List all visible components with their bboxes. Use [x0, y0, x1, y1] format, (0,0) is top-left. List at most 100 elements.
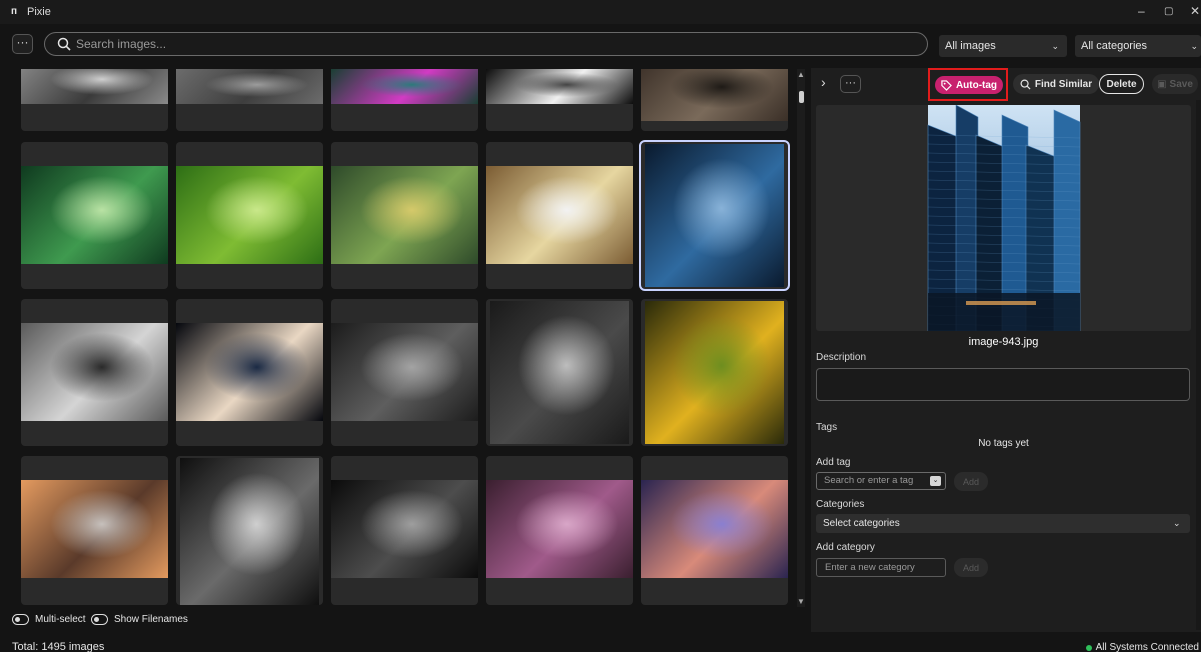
image-tile[interactable]	[331, 299, 478, 446]
tags-label: Tags	[816, 422, 838, 433]
image-tile[interactable]	[641, 299, 788, 446]
search-input[interactable]	[76, 37, 876, 51]
photo-street	[928, 293, 1080, 331]
photo-street-lights	[966, 301, 1036, 305]
chevron-down-icon: ⌄	[1190, 40, 1198, 51]
image-tile[interactable]	[176, 456, 323, 605]
save-label: Save	[1169, 78, 1193, 90]
image-tile[interactable]	[486, 142, 633, 289]
chevron-down-icon: ⌄	[1173, 518, 1181, 528]
thumbnail-image	[21, 166, 168, 264]
add-category-button[interactable]: Add	[954, 558, 988, 577]
scroll-down-icon[interactable]: ▼	[797, 597, 805, 606]
status-dot-icon	[1085, 644, 1092, 651]
filename: image-943.jpg	[968, 336, 1039, 348]
tag-icon	[941, 79, 952, 91]
minimize-icon[interactable]: –	[1138, 4, 1145, 18]
image-tile[interactable]	[641, 456, 788, 605]
image-tile[interactable]	[176, 299, 323, 446]
save-icon: ▣	[1157, 78, 1167, 90]
thumbnail-image	[486, 69, 633, 104]
show-filenames-label: Show Filenames	[114, 614, 188, 625]
thumbnail-image	[641, 480, 788, 578]
thumbnail-image	[21, 69, 168, 104]
image-tile[interactable]	[641, 69, 788, 131]
chevron-down-icon[interactable]: ⌄	[930, 476, 941, 486]
autotag-label: Auto-tag	[955, 79, 998, 91]
search-icon	[1020, 79, 1031, 90]
image-tile[interactable]	[176, 142, 323, 289]
show-filenames-toggle[interactable]	[91, 614, 108, 625]
thumbnail-image	[331, 69, 478, 104]
scroll-up-icon[interactable]: ▲	[797, 70, 805, 79]
save-button[interactable]: ▣ Save	[1152, 74, 1198, 94]
thumbnail-image	[645, 301, 784, 444]
add-category-label: Add category	[816, 542, 875, 553]
image-preview	[816, 105, 1191, 331]
no-tags-message: No tags yet	[978, 438, 1029, 449]
categories-select[interactable]: Select categories	[816, 514, 1190, 533]
description-field[interactable]	[816, 368, 1190, 401]
category-filter-value: All categories	[1081, 40, 1148, 52]
delete-button[interactable]: Delete	[1099, 74, 1144, 94]
image-tile[interactable]	[331, 456, 478, 605]
detail-panel: › ··· Auto-tag Find Similar Delete ▣ Sav…	[811, 68, 1201, 632]
title-bar: п Pixie – ▢ ✕	[0, 0, 1201, 24]
image-tile[interactable]	[486, 299, 633, 446]
thumbnail-image	[176, 69, 323, 104]
thumbnail-image	[21, 323, 168, 421]
connection-status: All Systems Connected	[1085, 642, 1199, 652]
grid-scrollbar[interactable]	[797, 69, 805, 607]
search-icon	[57, 37, 71, 51]
thumbnail-image	[645, 144, 784, 287]
add-tag-label: Add tag	[816, 457, 851, 468]
maximize-icon[interactable]: ▢	[1164, 6, 1173, 17]
scrollbar-thumb[interactable]	[799, 91, 804, 103]
autotag-button[interactable]: Auto-tag	[935, 76, 1003, 94]
chevron-down-icon: ⌄	[1051, 40, 1059, 51]
image-tile[interactable]	[21, 69, 168, 131]
thumbnail-image	[641, 69, 788, 121]
app-logo-icon: п	[11, 6, 18, 17]
thumbnail-image	[331, 166, 478, 264]
thumbnail-image	[490, 301, 629, 444]
image-tile[interactable]	[21, 456, 168, 605]
add-tag-button[interactable]: Add	[954, 472, 988, 491]
image-tile[interactable]	[176, 69, 323, 131]
close-icon[interactable]: ✕	[1190, 4, 1200, 18]
thumbnail-image	[486, 166, 633, 264]
image-tile[interactable]	[21, 142, 168, 289]
preview-image	[927, 105, 1081, 331]
app-title: Pixie	[27, 6, 51, 18]
category-filter-select[interactable]: All categories ⌄	[1075, 35, 1201, 57]
image-tile[interactable]	[331, 69, 478, 131]
thumbnail-image	[21, 480, 168, 578]
main-menu-button[interactable]: ···	[12, 34, 33, 54]
panel-scrollbar[interactable]	[1196, 100, 1201, 630]
image-grid	[21, 69, 791, 605]
thumbnail-image	[176, 323, 323, 421]
thumbnail-image	[486, 480, 633, 578]
find-similar-button[interactable]: Find Similar	[1013, 74, 1099, 94]
image-tile[interactable]	[486, 456, 633, 605]
image-filter-select[interactable]: All images ⌄	[939, 35, 1067, 57]
total-count: Total: 1495 images	[12, 641, 105, 652]
collapse-panel-icon[interactable]: ›	[821, 74, 826, 90]
status-text: All Systems Connected	[1095, 642, 1199, 652]
image-tile[interactable]	[331, 142, 478, 289]
thumbnail-image	[331, 480, 478, 578]
categories-label: Categories	[816, 499, 865, 510]
thumbnail-image	[176, 166, 323, 264]
multi-select-toggle[interactable]	[12, 614, 29, 625]
search-bar[interactable]	[44, 32, 928, 56]
multi-select-label: Multi-select	[35, 614, 86, 625]
thumbnail-image	[180, 458, 319, 605]
image-tile[interactable]	[486, 69, 633, 131]
image-tile[interactable]	[21, 299, 168, 446]
image-tile[interactable]	[639, 140, 790, 291]
tag-input[interactable]: Search or enter a tag	[816, 472, 946, 490]
panel-more-button[interactable]: ···	[840, 75, 861, 93]
thumbnail-image	[331, 323, 478, 421]
find-similar-label: Find Similar	[1034, 78, 1093, 90]
category-input[interactable]: Enter a new category	[816, 558, 946, 577]
